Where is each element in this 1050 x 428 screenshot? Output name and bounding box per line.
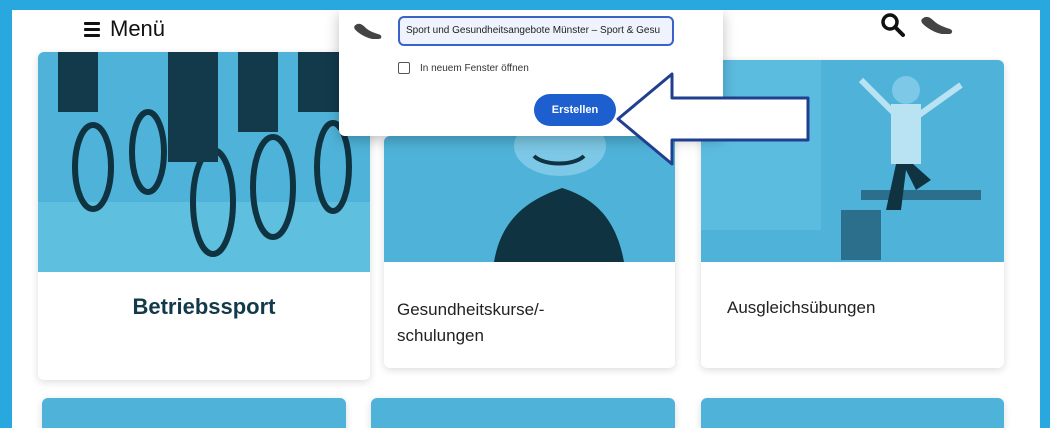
page: Menü Betriebssport Gesundheitskurse/- sc… [12,10,1040,428]
card-title: Betriebssport [132,294,276,319]
menu-label: Menü [110,16,166,41]
new-window-checkbox[interactable] [398,62,410,74]
cyclists-image [38,52,370,272]
card-title: Ausgleichsübungen [727,298,876,317]
card-bottom-3[interactable] [701,398,1004,428]
card-gesundheitskurse[interactable]: Gesundheitskurse/- schulungen [384,136,675,368]
create-button[interactable]: Erstellen [534,94,616,126]
new-window-option[interactable]: In neuem Fenster öffnen [398,62,529,74]
hamburger-icon [84,21,100,37]
new-window-label: In neuem Fenster öffnen [420,62,529,74]
url-input[interactable]: Sport und Gesundheitsangebote Münster – … [398,16,674,46]
card-title-line2: schulungen [397,326,484,345]
card-betriebssport[interactable]: Betriebssport [38,52,370,380]
shoe-icon[interactable] [920,13,954,37]
pointer-arrow-icon [616,72,810,166]
shoe-icon [354,23,382,39]
header-icons [880,12,954,38]
search-icon[interactable] [880,12,906,38]
card-bottom-2[interactable] [371,398,675,428]
card-bottom-1[interactable] [42,398,346,428]
menu-button[interactable]: Menü [84,16,165,42]
card-title-line1: Gesundheitskurse/- [397,300,545,319]
